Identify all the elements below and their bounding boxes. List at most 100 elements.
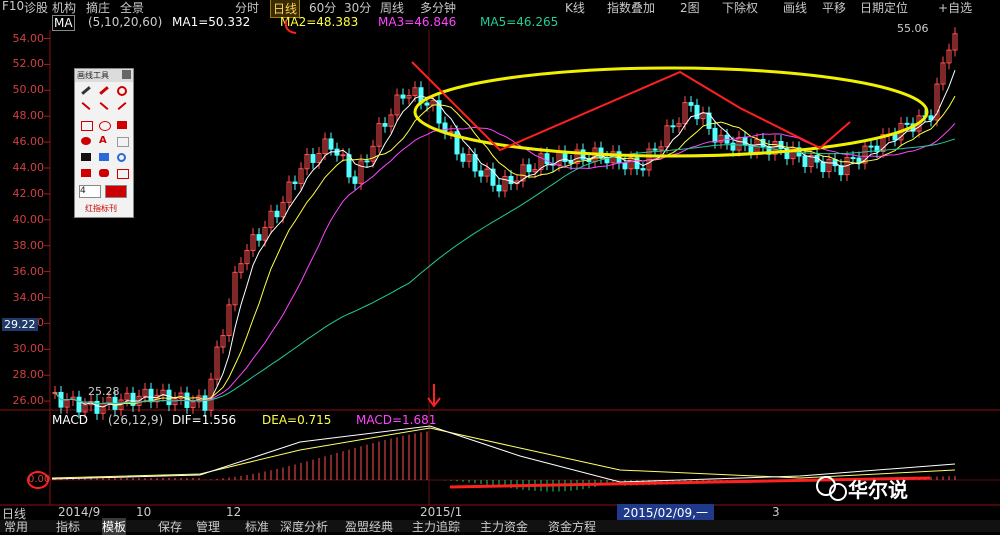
candle-body	[730, 142, 736, 151]
y-tick-label: 54.00	[12, 31, 45, 45]
candle-body	[868, 145, 874, 148]
ellipse-icon[interactable]	[99, 121, 111, 131]
date-tick-3: 12	[226, 505, 242, 519]
date-tick-5: 3	[772, 505, 780, 519]
candle-body	[670, 125, 676, 128]
tab-fund-equation[interactable]: 资金方程	[548, 518, 596, 535]
dea-value: DEA=0.715	[262, 413, 332, 427]
watermark-text: 华尔说	[848, 478, 908, 502]
dea-line	[51, 427, 956, 479]
candle-body	[256, 234, 262, 241]
tag-icon[interactable]	[99, 169, 109, 177]
candle-body	[496, 184, 502, 192]
y-tick-label: 28.00	[12, 368, 45, 382]
candle-body	[340, 154, 346, 157]
y-tick-label: 34.00	[12, 290, 45, 304]
pencil-icon[interactable]	[81, 86, 91, 95]
date-marker: 2015/02/09,一	[617, 504, 714, 521]
candle-body	[526, 164, 532, 173]
tab-common[interactable]: 常用	[4, 518, 28, 535]
y-tick-label: 52.00	[12, 57, 45, 71]
y-tick-label: 36.00	[12, 264, 45, 278]
macd-selector[interactable]: MACD	[52, 413, 88, 427]
candle-body	[688, 102, 694, 106]
date-tick-4: 2015/1	[420, 505, 463, 519]
zoom-icon[interactable]	[117, 153, 126, 162]
tab-indicator[interactable]: 指标	[56, 518, 80, 535]
y-tick-label: 26.00	[12, 394, 45, 408]
ma2-line	[54, 95, 956, 406]
candle-body	[166, 389, 172, 406]
candle-body	[292, 181, 298, 185]
y-tick-label: 30.00	[12, 342, 45, 356]
candle-body	[76, 396, 82, 413]
filled-ellipse-icon[interactable]	[81, 137, 91, 145]
candle-body	[328, 138, 334, 150]
candle-body	[694, 104, 700, 120]
ma3-line	[54, 122, 956, 404]
candle-body	[820, 161, 826, 173]
toolbox-footer: 红指标刊	[85, 204, 117, 213]
candle-body	[310, 154, 316, 163]
y-tick-label: 42.00	[12, 186, 45, 200]
candle-body	[802, 155, 808, 167]
candle-body	[850, 157, 856, 160]
tab-classic[interactable]: 盈盟经典	[345, 518, 393, 535]
candle-body	[742, 136, 748, 146]
black-fill-icon[interactable]	[81, 153, 91, 161]
candle-body	[202, 395, 208, 411]
line-width-select[interactable]: 4	[79, 185, 101, 198]
y-tick-label: 48.00	[12, 109, 45, 123]
color-red-icon[interactable]	[81, 169, 91, 177]
y-tick-label: 50.00	[12, 83, 45, 97]
kline-chart[interactable]	[0, 0, 1000, 532]
candle-body	[382, 123, 388, 127]
tab-deep-analysis[interactable]: 深度分析	[280, 518, 328, 535]
red-arrow-annotation	[427, 384, 441, 408]
tab-save[interactable]: 保存	[158, 518, 182, 535]
drawing-toolbox[interactable]: 画线工具 A 4 红指标刊	[74, 68, 134, 218]
candle-body	[478, 170, 484, 177]
ray-icon[interactable]	[99, 102, 109, 110]
candle-body	[424, 102, 430, 106]
tab-manage[interactable]: 管理	[196, 518, 220, 535]
macd-indicator-bar: MACD (26,12,9) DIF=1.556 DEA=0.715 MACD=…	[0, 412, 1000, 428]
y-tick-label: 46.00	[12, 135, 45, 149]
pen-icon[interactable]	[99, 86, 109, 95]
high-price-label: 55.06	[897, 22, 929, 35]
candle-body	[148, 388, 154, 403]
filled-rect-icon[interactable]	[117, 121, 127, 129]
date-tick-2: 10	[136, 505, 152, 519]
note-icon[interactable]	[117, 169, 129, 179]
color-select[interactable]	[105, 185, 127, 198]
low-price-label: 25.28	[88, 385, 120, 398]
tab-main-fund[interactable]: 主力资金	[480, 518, 528, 535]
tab-template[interactable]: 模板	[102, 518, 127, 535]
current-price-label: 29.22	[2, 318, 38, 331]
dif-line	[51, 425, 956, 483]
dif-value: DIF=1.556	[172, 413, 237, 427]
tab-standard[interactable]: 标准	[245, 518, 269, 535]
candle-body	[640, 168, 646, 171]
candle-body	[622, 162, 628, 170]
candle-body	[652, 148, 658, 151]
candle-body	[346, 154, 352, 178]
eraser-icon[interactable]	[117, 86, 127, 96]
y-tick-label: 44.00	[12, 161, 45, 174]
close-icon[interactable]	[122, 70, 131, 79]
text-icon[interactable]: A	[99, 135, 109, 146]
rect-icon[interactable]	[81, 121, 93, 131]
candle-body	[364, 160, 370, 163]
candle-body	[352, 176, 358, 184]
tab-main-track[interactable]: 主力追踪	[412, 518, 460, 535]
red-mark-annotation	[284, 19, 297, 34]
candle-body	[274, 210, 280, 218]
bottom-tabbar: 常用 指标 模板 保存 管理 标准 深度分析 盈盟经典 主力追踪 主力资金 资金…	[0, 518, 1000, 535]
date-axis: 日线 2014/9 10 12 2015/1 2015/02/09,一 3	[0, 504, 1000, 521]
text-box-icon[interactable]	[117, 137, 129, 147]
line-icon[interactable]	[81, 102, 91, 110]
candle-body	[508, 175, 514, 185]
image-icon[interactable]	[99, 153, 109, 161]
candle-body	[712, 127, 718, 143]
arrow-icon[interactable]	[117, 102, 127, 110]
